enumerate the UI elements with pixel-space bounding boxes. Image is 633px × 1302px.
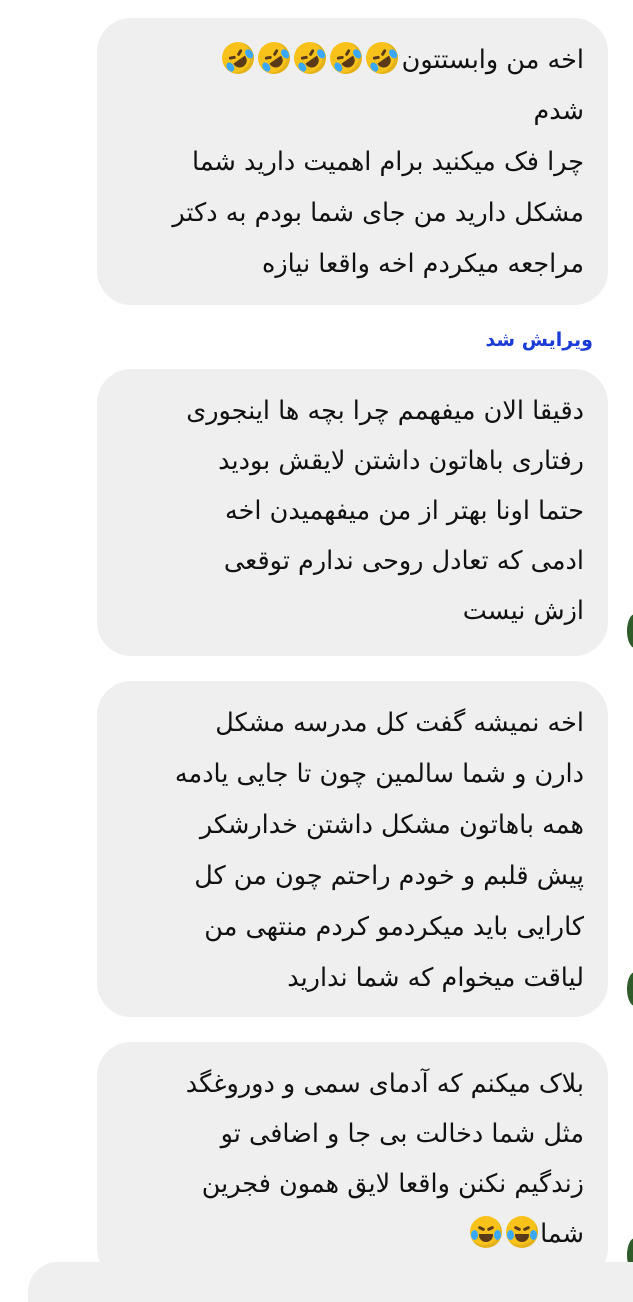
avatar[interactable] xyxy=(625,970,633,1008)
message-line: چرا فک میکنید برام اهمیت دارید شما xyxy=(192,147,584,177)
tears-of-joy-icon xyxy=(506,1216,539,1248)
message-line: ادمی که تعادل روحی ندارم توقعی xyxy=(223,546,584,576)
message-line: پیش قلبم و خودم راحتم چون من کل xyxy=(194,861,584,891)
next-message-bubble-partial[interactable] xyxy=(28,1262,633,1302)
message-line: دقیقا الان میفهمم چرا بچه ها اینجوری xyxy=(186,396,584,426)
message-line: کارایی باید میکردمو کردم منتهی من xyxy=(204,912,584,942)
edited-label: ویرایش شد xyxy=(485,329,593,351)
rolling-on-floor-laughing-icon xyxy=(323,35,368,81)
message-line-text: شما xyxy=(540,1219,584,1249)
message-line-with-emoji: شما xyxy=(117,1209,584,1259)
message-line-text: اخه من وابستتون xyxy=(401,45,584,75)
message-line: مشکل دارید من جای شما بودم به دکتر xyxy=(172,198,584,228)
message-line: زندگیم نکنن واقعا لایق همون فجرین xyxy=(201,1169,584,1199)
message-line: ازش نیست xyxy=(462,596,584,626)
message-line: حتما اونا بهتر از من میفهمیدن اخه xyxy=(224,496,584,526)
rolling-on-floor-laughing-icon xyxy=(215,35,260,81)
message-line: شدم xyxy=(533,96,584,126)
message-line: مثل شما دخالت بی جا و اضافی تو xyxy=(220,1119,584,1149)
message-line: مراجعه میکردم اخه واقعا نیازه xyxy=(261,249,584,279)
rolling-on-floor-laughing-icon xyxy=(359,35,404,81)
message-bubble[interactable]: دقیقا الان میفهمم چرا بچه ها اینجوری رفت… xyxy=(97,369,608,656)
message-line-with-emoji: اخه من وابستتون xyxy=(117,35,584,86)
message-line: دارن و شما سالمین چون تا جایی یادمه xyxy=(174,759,584,789)
avatar[interactable] xyxy=(625,612,633,650)
message-line: رفتاری باهاتون داشتن لایقش بودید xyxy=(218,446,584,476)
message-bubble[interactable]: اخه من وابستتون شدم چرا فک میکنید برام ا… xyxy=(97,18,608,305)
message-bubble[interactable]: بلاک میکنم که آدمای سمی و دوروغگد مثل شم… xyxy=(97,1042,608,1282)
rolling-on-floor-laughing-icon xyxy=(251,35,296,81)
message-bubble[interactable]: اخه نمیشه گفت کل مدرسه مشکل دارن و شما س… xyxy=(97,681,608,1017)
message-line: لیاقت میخوام که شما ندارید xyxy=(287,963,584,993)
emoji-group xyxy=(468,1216,540,1249)
message-line: اخه نمیشه گفت کل مدرسه مشکل xyxy=(215,708,584,738)
message-line: بلاک میکنم که آدمای سمی و دوروغگد xyxy=(185,1069,584,1099)
emoji-group xyxy=(215,35,404,81)
rolling-on-floor-laughing-icon xyxy=(287,35,332,81)
message-line: همه باهاتون مشکل داشتن خدارشکر xyxy=(199,810,584,840)
tears-of-joy-icon xyxy=(470,1216,503,1248)
